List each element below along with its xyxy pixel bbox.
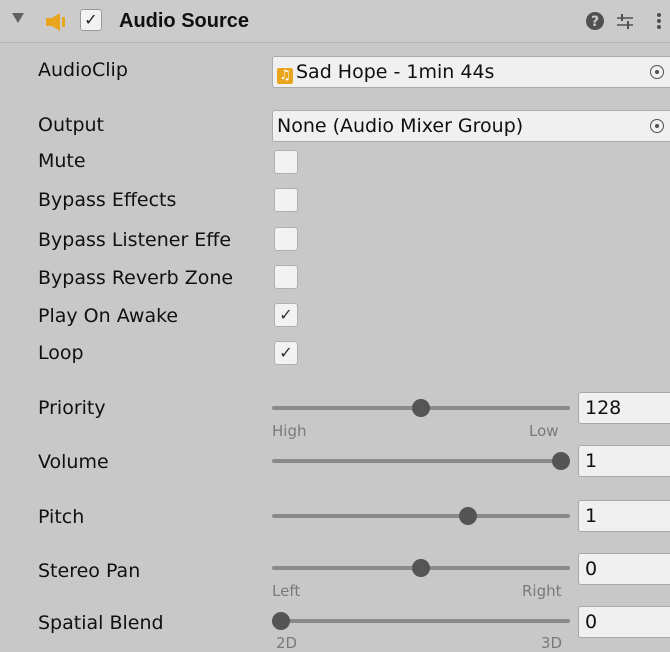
pitch-slider-thumb[interactable]	[458, 507, 477, 525]
object-picker-icon[interactable]	[650, 119, 664, 133]
loop-label: Loop	[38, 342, 84, 364]
volume-slider-track[interactable]	[272, 459, 570, 463]
play-on-awake-checkbox[interactable]: ✓	[274, 303, 298, 327]
mute-checkbox[interactable]	[274, 150, 298, 174]
stereo-pan-slider-thumb[interactable]	[412, 559, 430, 577]
pitch-slider-track[interactable]	[272, 514, 570, 518]
spatial-blend-slider-thumb[interactable]	[272, 612, 290, 630]
spatial-blend-value-field[interactable]: 0	[578, 606, 670, 638]
svg-text:?: ?	[591, 14, 599, 30]
volume-label: Volume	[38, 451, 109, 473]
spatial-blend-slider-track[interactable]	[272, 619, 570, 623]
bypass-effects-label: Bypass Effects	[38, 189, 177, 211]
stereo-pan-value-field[interactable]: 0	[578, 553, 670, 585]
foldout-arrow-icon[interactable]	[12, 13, 24, 23]
priority-low-label: Low	[529, 422, 559, 440]
priority-value-field[interactable]: 128	[578, 392, 670, 424]
loop-checkbox[interactable]: ✓	[274, 341, 298, 365]
spatial-blend-3d-label: 3D	[541, 634, 563, 652]
object-picker-icon[interactable]	[650, 65, 664, 79]
stereo-pan-left-label: Left	[272, 582, 301, 600]
component-enabled-checkbox[interactable]: ✓	[80, 9, 102, 31]
component-title: Audio Source	[119, 10, 250, 32]
pitch-value-field[interactable]: 1	[578, 500, 670, 532]
presets-icon[interactable]	[614, 10, 636, 32]
output-label: Output	[38, 114, 104, 136]
priority-slider-thumb[interactable]	[412, 399, 430, 417]
bypass-reverb-label: Bypass Reverb Zone	[38, 267, 234, 289]
output-field[interactable]: None (Audio Mixer Group)	[272, 110, 670, 142]
audioclip-value: Sad Hope - 1min 44s	[296, 61, 495, 83]
pitch-label: Pitch	[38, 506, 85, 528]
audioclip-label: AudioClip	[38, 59, 128, 81]
priority-high-label: High	[272, 422, 307, 440]
bypass-reverb-checkbox[interactable]	[274, 265, 298, 289]
audio-source-icon	[46, 13, 65, 31]
output-value: None (Audio Mixer Group)	[277, 115, 524, 137]
volume-slider-thumb[interactable]	[552, 452, 570, 470]
stereo-pan-label: Stereo Pan	[38, 560, 141, 582]
audioclip-field[interactable]: ♫ Sad Hope - 1min 44s	[272, 56, 670, 88]
stereo-pan-right-label: Right	[522, 582, 562, 600]
bypass-effects-checkbox[interactable]	[274, 188, 298, 212]
spatial-blend-2d-label: 2D	[276, 634, 298, 652]
music-note-icon: ♫	[277, 68, 293, 84]
play-on-awake-label: Play On Awake	[38, 305, 179, 327]
volume-value-field[interactable]: 1	[578, 445, 670, 477]
bypass-listener-checkbox[interactable]	[274, 227, 298, 251]
menu-icon[interactable]	[648, 10, 670, 32]
component-header[interactable]: ✓ Audio Source ?	[0, 0, 670, 43]
priority-label: Priority	[38, 397, 106, 419]
help-icon[interactable]: ?	[584, 10, 606, 32]
spatial-blend-label: Spatial Blend	[38, 612, 164, 634]
mute-label: Mute	[38, 150, 86, 172]
bypass-listener-label: Bypass Listener Effe	[38, 229, 232, 251]
